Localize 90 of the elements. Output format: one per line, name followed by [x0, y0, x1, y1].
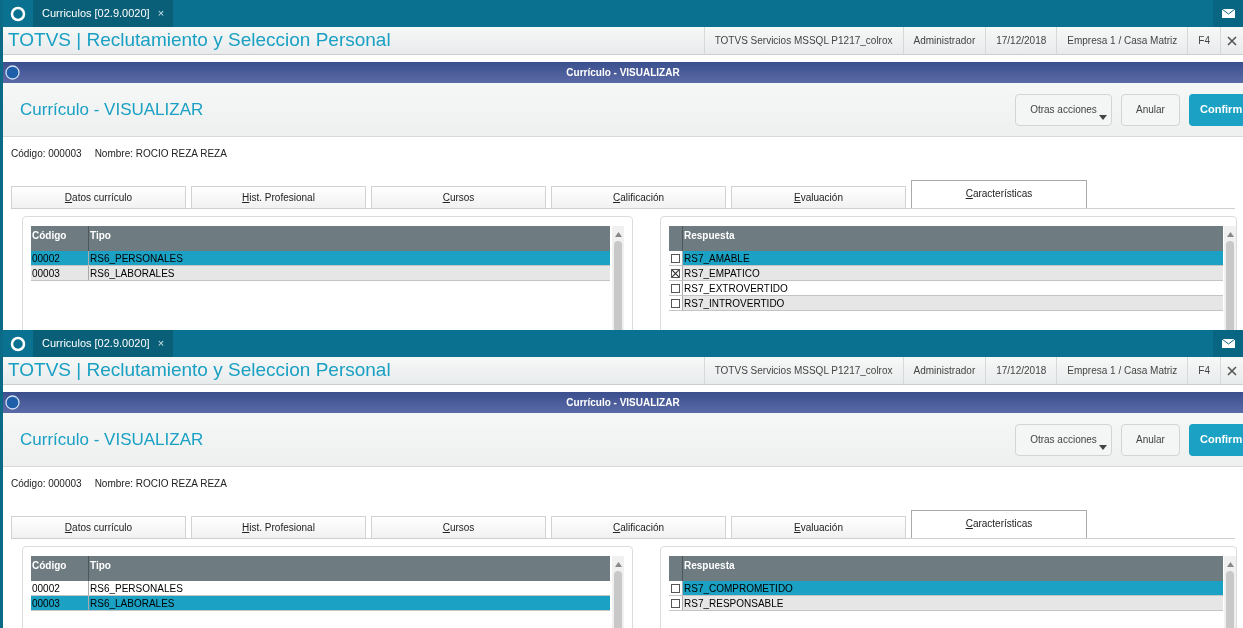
table-cell: 00003: [31, 596, 89, 610]
tab[interactable]: Datos currículo: [11, 516, 186, 538]
table-cell-text: RS7_EMPATICO: [683, 267, 761, 280]
checkbox[interactable]: [671, 268, 680, 278]
app-tab[interactable]: Curriculos [02.9.0020] ×: [33, 330, 174, 357]
column-header[interactable]: Tipo: [89, 556, 610, 581]
dialog-heading: Currículo - VISUALIZAR: [20, 98, 204, 121]
status-item: Empresa 1 / Casa Matriz: [1056, 27, 1188, 54]
close-icon[interactable]: ×: [157, 335, 165, 352]
checkbox[interactable]: [671, 253, 680, 263]
table-cell-text: RS7_RESPONSABLE: [683, 597, 785, 610]
table-cell-text: RS6_PERSONALES: [89, 582, 184, 595]
tab[interactable]: Características: [911, 510, 1087, 538]
scroll-thumb[interactable]: [614, 241, 622, 330]
checkbox[interactable]: [671, 283, 680, 293]
tab[interactable]: Hist. Profesional: [191, 186, 366, 208]
status-item: 17/12/2018: [985, 357, 1057, 384]
scroll-up-icon[interactable]: [1226, 232, 1234, 237]
scroll-up-icon[interactable]: [1226, 562, 1234, 567]
scrollbar[interactable]: [1224, 226, 1236, 330]
tab[interactable]: Cursos: [371, 516, 546, 538]
checkbox[interactable]: [671, 583, 680, 593]
tab-label: Curriculos [02.9.0020]: [42, 6, 150, 22]
status-item: TOTVS Servicios MSSQL P1217_colrox: [703, 27, 903, 54]
status-item: F4: [1187, 27, 1220, 54]
column-header[interactable]: Tipo: [89, 226, 610, 251]
dialog-heading: Currículo - VISUALIZAR: [20, 428, 204, 451]
app-title: TOTVS | Reclutamiento y Seleccion Personal: [8, 358, 391, 383]
tab[interactable]: Cursos: [371, 186, 546, 208]
grid-row[interactable]: RS7_EMPATICO: [669, 266, 1223, 281]
table-cell-text: RS6_LABORALES: [89, 267, 176, 280]
scroll-up-icon[interactable]: [614, 232, 622, 237]
app-title: TOTVS | Reclutamiento y Seleccion Personal: [8, 28, 391, 53]
logo-icon[interactable]: [10, 5, 26, 22]
caret-icon: [1099, 114, 1107, 120]
table-cell-text: RS6_PERSONALES: [89, 252, 184, 265]
table-cell: 00002: [31, 581, 89, 595]
grid-row[interactable]: RS7_AMABLE: [669, 251, 1223, 266]
tab[interactable]: Calificación: [551, 516, 726, 538]
scrollbar[interactable]: [612, 226, 624, 330]
actions-menu-button[interactable]: Otras acciones: [1015, 423, 1112, 456]
tab[interactable]: Hist. Profesional: [191, 516, 366, 538]
dialog-icon: [5, 395, 20, 410]
actions-menu-button[interactable]: Otras acciones: [1015, 93, 1112, 126]
status-item: Administrador: [902, 357, 986, 384]
table-cell-text: RS7_COMPROMETIDO: [683, 582, 794, 595]
table-cell: 00003: [31, 266, 89, 280]
dialog-icon: [5, 65, 20, 80]
table-cell-text: RS6_LABORALES: [89, 597, 176, 610]
table-cell: 00002: [31, 251, 89, 265]
dialog-title: Currículo - VISUALIZAR: [566, 66, 680, 80]
grid-row[interactable]: RS7_EXTROVERTIDO: [669, 281, 1223, 296]
cancel-button[interactable]: Anular: [1121, 423, 1180, 456]
checkbox[interactable]: [671, 598, 680, 608]
scroll-thumb[interactable]: [1226, 241, 1234, 330]
tab-label: Curriculos [02.9.0020]: [42, 336, 150, 352]
grid-row[interactable]: RS7_RESPONSABLE: [669, 596, 1223, 611]
cancel-button[interactable]: Anular: [1121, 93, 1180, 126]
grid-row[interactable]: 00002 RS6_PERSONALES: [31, 581, 610, 596]
grid-row[interactable]: 00002 RS6_PERSONALES: [31, 251, 610, 266]
logo-icon[interactable]: [10, 335, 26, 352]
table-cell-text: RS7_EXTROVERTIDO: [683, 282, 789, 295]
table-cell-text: RS7_INTROVERTIDO: [683, 297, 786, 310]
status-item: F4: [1187, 357, 1220, 384]
tab[interactable]: Calificación: [551, 186, 726, 208]
table-cell-text: RS7_AMABLE: [683, 252, 751, 265]
close-icon[interactable]: ×: [157, 5, 165, 22]
record-name: Nombre: ROCIO REZA REZA: [94, 147, 227, 161]
mail-icon[interactable]: [1221, 339, 1235, 348]
checkbox[interactable]: [671, 298, 680, 308]
grid-row[interactable]: 00003 RS6_LABORALES: [31, 266, 610, 281]
scroll-up-icon[interactable]: [614, 562, 622, 567]
grid-row[interactable]: RS7_COMPROMETIDO: [669, 581, 1223, 596]
tab[interactable]: Evaluación: [731, 516, 906, 538]
mail-icon[interactable]: [1221, 9, 1235, 18]
tab[interactable]: Evaluación: [731, 186, 906, 208]
status-item: 17/12/2018: [985, 27, 1057, 54]
tab[interactable]: Características: [911, 180, 1087, 208]
caret-icon: [1099, 444, 1107, 450]
record-name: Nombre: ROCIO REZA REZA: [94, 477, 227, 491]
record-code: Código: 000003: [11, 147, 82, 161]
tab[interactable]: Datos currículo: [11, 186, 186, 208]
status-item: TOTVS Servicios MSSQL P1217_colrox: [703, 357, 903, 384]
grid-row[interactable]: RS7_INTROVERTIDO: [669, 296, 1223, 311]
dialog-title: Currículo - VISUALIZAR: [566, 396, 680, 410]
status-item: Empresa 1 / Casa Matriz: [1056, 357, 1188, 384]
app-tab[interactable]: Curriculos [02.9.0020] ×: [33, 0, 174, 27]
record-code: Código: 000003: [11, 477, 82, 491]
status-item: Administrador: [902, 27, 986, 54]
grid-row[interactable]: 00003 RS6_LABORALES: [31, 596, 610, 611]
